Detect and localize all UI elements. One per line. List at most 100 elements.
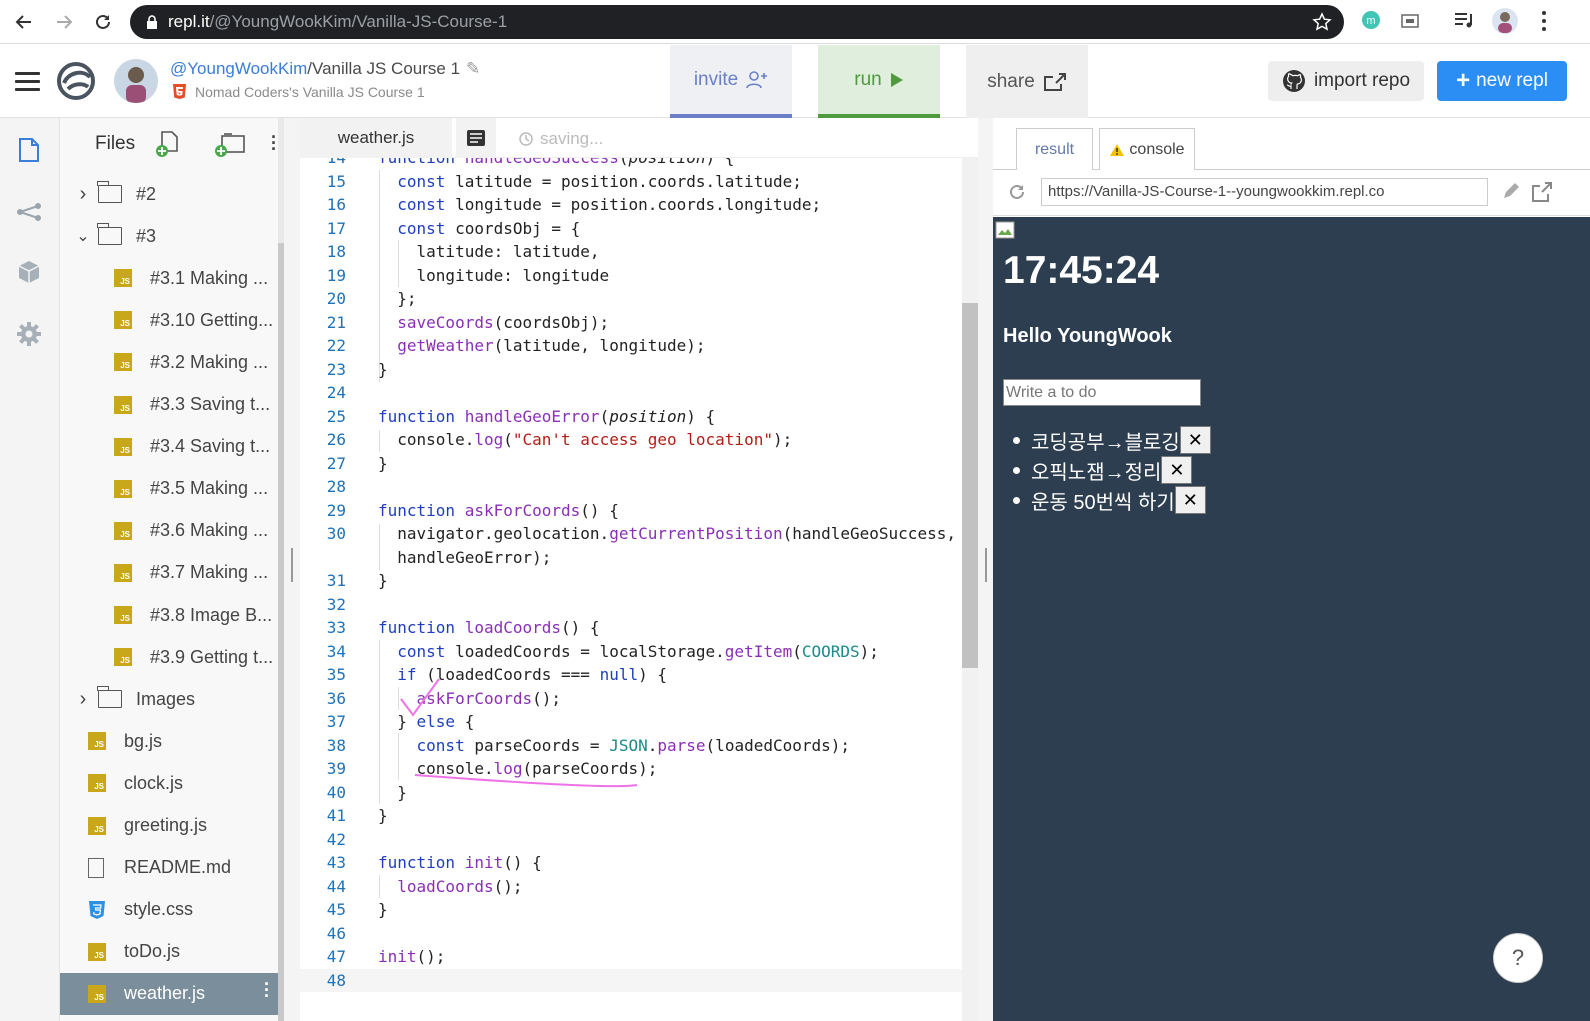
delete-todo-button[interactable]: ✕ bbox=[1174, 486, 1206, 514]
code-line[interactable]: 44 loadCoords(); bbox=[300, 875, 962, 899]
reload-icon[interactable] bbox=[89, 8, 117, 36]
tab-console[interactable]: console bbox=[1099, 128, 1195, 171]
media-playlist-icon[interactable] bbox=[1454, 12, 1476, 35]
chevron-right-icon[interactable]: › bbox=[76, 183, 90, 206]
code-area[interactable]: 14function handleGeoSuccess(position) {1… bbox=[300, 158, 962, 1021]
code-line[interactable]: handleGeoError); bbox=[300, 546, 962, 570]
version-control-icon[interactable] bbox=[15, 198, 43, 226]
address-bar[interactable]: repl.it/@YoungWookKim/Vanilla-JS-Course-… bbox=[130, 5, 1344, 39]
code-line[interactable]: 14 function handleGeoSuccess(position) { bbox=[300, 158, 962, 170]
chevron-down-icon[interactable]: ⌄ bbox=[76, 226, 90, 246]
hamburger-menu-icon[interactable] bbox=[15, 72, 40, 96]
format-code-icon[interactable] bbox=[456, 118, 496, 158]
code-line[interactable]: 30 navigator.geolocation.getCurrentPosit… bbox=[300, 522, 962, 546]
file-item[interactable]: JS #3.1 Making ... bbox=[60, 257, 284, 299]
extension-screen-icon[interactable] bbox=[1401, 14, 1419, 33]
add-folder-icon[interactable] bbox=[214, 130, 246, 158]
folder-item[interactable]: ⌄ #3 bbox=[60, 215, 284, 257]
code-line[interactable]: 41} bbox=[300, 804, 962, 828]
import-repo-button[interactable]: import repo bbox=[1268, 61, 1424, 101]
code-line[interactable]: 21 saveCoords(coordsObj); bbox=[300, 311, 962, 335]
code-line[interactable]: 26 console.log("Can't access geo locatio… bbox=[300, 428, 962, 452]
code-line[interactable]: 43 function init() { bbox=[300, 851, 962, 875]
panel-resize-handle[interactable] bbox=[284, 118, 300, 1021]
code-line[interactable]: 32 bbox=[300, 593, 962, 617]
code-line[interactable]: 16 const longitude = position.coords.lon… bbox=[300, 193, 962, 217]
file-item[interactable]: JS #3.7 Making ... bbox=[60, 552, 284, 594]
file-item[interactable]: JS clock.js bbox=[60, 762, 284, 804]
share-button[interactable]: share bbox=[966, 45, 1088, 118]
file-menu-icon[interactable]: · · · bbox=[264, 975, 270, 1005]
help-button[interactable]: ? bbox=[1493, 933, 1543, 983]
todo-input[interactable]: Write a to do bbox=[1003, 379, 1201, 406]
folder-item[interactable]: › #2 bbox=[60, 173, 284, 215]
panel-resize-handle-right[interactable] bbox=[978, 118, 994, 1021]
user-avatar[interactable] bbox=[114, 59, 158, 103]
folder-item[interactable]: › Images bbox=[60, 678, 284, 720]
chevron-right-icon[interactable]: › bbox=[76, 688, 90, 711]
code-line[interactable]: 15 const latitude = position.coords.lati… bbox=[300, 170, 962, 194]
add-file-icon[interactable] bbox=[156, 130, 180, 158]
packages-icon[interactable] bbox=[15, 258, 43, 286]
code-line[interactable]: 42 bbox=[300, 828, 962, 852]
code-line[interactable]: 46 bbox=[300, 922, 962, 946]
new-repl-button[interactable]: + new repl bbox=[1437, 61, 1567, 101]
run-button[interactable]: run bbox=[818, 45, 940, 118]
tab-weather-js[interactable]: weather.js bbox=[300, 118, 452, 158]
file-item[interactable]: JS #3.4 Saving t... bbox=[60, 426, 284, 468]
file-item[interactable]: JS #3.3 Saving t... bbox=[60, 384, 284, 426]
delete-todo-button[interactable]: ✕ bbox=[1161, 456, 1193, 484]
code-line[interactable]: 34 const loadedCoords = localStorage.get… bbox=[300, 640, 962, 664]
settings-gear-icon[interactable] bbox=[15, 320, 43, 348]
invite-button[interactable]: invite bbox=[670, 45, 792, 118]
code-text: } bbox=[378, 571, 388, 590]
code-line[interactable]: 24 bbox=[300, 381, 962, 405]
preview-url-field[interactable]: https://Vanilla-JS-Course-1--youngwookki… bbox=[1041, 178, 1488, 206]
file-item[interactable]: JS bg.js bbox=[60, 720, 284, 762]
code-line[interactable]: 29 function askForCoords() { bbox=[300, 499, 962, 523]
code-line[interactable]: 19 longitude: longitude bbox=[300, 264, 962, 288]
code-line[interactable]: 22 getWeather(latitude, longitude); bbox=[300, 334, 962, 358]
file-item[interactable]: JS #3.8 Image B... bbox=[60, 594, 284, 636]
code-line[interactable]: 18 latitude: latitude, bbox=[300, 240, 962, 264]
file-item[interactable]: JS greeting.js bbox=[60, 805, 284, 847]
code-line[interactable]: 25 function handleGeoError(position) { bbox=[300, 405, 962, 429]
code-line[interactable]: 45} bbox=[300, 898, 962, 922]
browser-menu-icon[interactable] bbox=[1541, 10, 1547, 37]
file-item[interactable]: JS #3.10 Getting... bbox=[60, 299, 284, 341]
file-item[interactable]: style.css bbox=[60, 889, 284, 931]
code-line[interactable]: 23} bbox=[300, 358, 962, 382]
code-line[interactable]: 48 bbox=[300, 968, 962, 992]
replit-logo-icon[interactable] bbox=[56, 61, 96, 106]
back-icon[interactable] bbox=[10, 8, 38, 36]
code-line[interactable]: 27} bbox=[300, 452, 962, 476]
file-item[interactable]: JS #3.6 Making ... bbox=[60, 510, 284, 552]
file-item[interactable]: JS #3.5 Making ... bbox=[60, 468, 284, 510]
files-menu-icon[interactable]: · · · bbox=[271, 128, 277, 158]
editor-scrollbar-thumb[interactable] bbox=[962, 303, 978, 668]
delete-todo-button[interactable]: ✕ bbox=[1179, 426, 1211, 454]
code-line[interactable]: 20 }; bbox=[300, 287, 962, 311]
bookmark-star-icon[interactable] bbox=[1312, 12, 1332, 32]
file-item[interactable]: JS toDo.js bbox=[60, 931, 284, 973]
open-new-tab-icon[interactable] bbox=[1531, 181, 1553, 203]
tab-result[interactable]: result bbox=[1016, 128, 1093, 171]
forward-icon[interactable] bbox=[50, 8, 78, 36]
preview-reload-icon[interactable] bbox=[1007, 182, 1027, 202]
extension-m-icon[interactable]: m bbox=[1361, 10, 1381, 35]
repl-owner-link[interactable]: @YoungWookKim bbox=[170, 59, 307, 78]
code-line[interactable]: 17 const coordsObj = { bbox=[300, 217, 962, 241]
code-line[interactable]: 31} bbox=[300, 569, 962, 593]
profile-avatar[interactable] bbox=[1491, 7, 1519, 40]
files-icon[interactable] bbox=[15, 136, 43, 164]
editor-scrollbar[interactable] bbox=[962, 158, 978, 1021]
file-item[interactable]: JS weather.js · · · bbox=[60, 972, 284, 1015]
code-line[interactable]: 33 function loadCoords() { bbox=[300, 616, 962, 640]
file-item[interactable]: JS #3.9 Getting t... bbox=[60, 636, 284, 678]
code-line[interactable]: 28 bbox=[300, 475, 962, 499]
file-item[interactable]: JS #3.2 Making ... bbox=[60, 341, 284, 383]
code-line[interactable]: 47 init(); bbox=[300, 945, 962, 969]
edit-pencil-icon[interactable]: ✎ bbox=[466, 59, 480, 78]
edit-url-icon[interactable] bbox=[1501, 183, 1519, 201]
file-item[interactable]: README.md bbox=[60, 847, 284, 889]
